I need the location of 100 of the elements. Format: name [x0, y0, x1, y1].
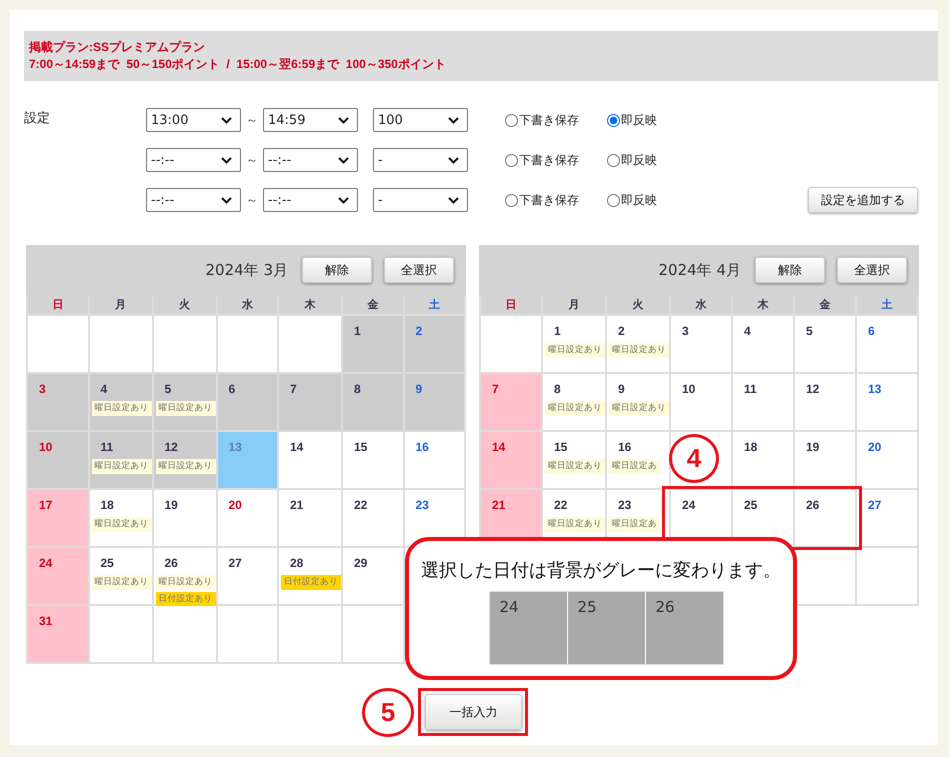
day-cell[interactable]	[279, 606, 341, 662]
day-cell[interactable]	[154, 316, 216, 372]
radio-button[interactable]	[607, 154, 620, 166]
day-cell[interactable]	[154, 606, 216, 662]
weekday-label: 金	[343, 295, 402, 314]
day-cell[interactable]: 1	[343, 316, 402, 372]
start-time-select[interactable]: 13:00	[146, 108, 241, 132]
day-cell[interactable]: 27	[218, 548, 277, 604]
setting-tag: 日付設定あり	[281, 575, 341, 590]
day-cell[interactable]: 18 曜日設定あり	[90, 490, 152, 546]
day-cell[interactable]: 20	[218, 490, 277, 546]
day-number: 14	[290, 441, 304, 454]
setting-tag: 曜日設定あり	[609, 401, 669, 416]
day-cell[interactable]: 1 曜日設定あり	[543, 316, 605, 372]
day-cell[interactable]: 4 曜日設定あり	[90, 374, 152, 430]
day-number: 2	[618, 325, 625, 338]
day-cell[interactable]: 5	[795, 316, 855, 372]
day-cell[interactable]: 7	[279, 374, 341, 430]
day-cell[interactable]: 24	[28, 548, 88, 604]
day-cell[interactable]: 7	[481, 374, 541, 430]
day-cell[interactable]: 18	[733, 432, 793, 488]
day-cell[interactable]	[28, 316, 88, 372]
bulk-input-button[interactable]: 一括入力	[425, 694, 522, 730]
day-cell[interactable]: 25 曜日設定あり	[90, 548, 152, 604]
radio-button[interactable]	[505, 194, 518, 206]
day-number: 20	[868, 441, 882, 454]
radio-button[interactable]	[505, 114, 518, 126]
day-cell[interactable]	[343, 606, 402, 662]
day-cell[interactable]: 8	[343, 374, 402, 430]
chevron-down-icon	[338, 196, 349, 204]
day-cell[interactable]: 28 日付設定あり	[279, 548, 341, 604]
day-cell[interactable]: 26	[795, 490, 855, 546]
day-cell[interactable]	[279, 316, 341, 372]
day-cell[interactable]: 20	[857, 432, 917, 488]
day-cell[interactable]: 26 曜日設定あり 日付設定あり	[154, 548, 216, 604]
day-cell[interactable]: 11	[733, 374, 793, 430]
end-time-select[interactable]: 14:59	[263, 108, 358, 132]
day-cell[interactable]: 31	[28, 606, 88, 662]
day-cell[interactable]: 4	[671, 432, 731, 488]
day-cell[interactable]: 8 曜日設定あり	[543, 374, 605, 430]
day-cell[interactable]: 17	[28, 490, 88, 546]
end-time-select[interactable]: --:--	[263, 148, 358, 172]
day-number: 29	[354, 557, 368, 570]
day-cell[interactable]: 16 曜日設定あ	[607, 432, 669, 488]
day-cell[interactable]: 21	[279, 490, 341, 546]
weekday-label: 火	[154, 295, 216, 314]
day-number: 24	[682, 499, 696, 512]
day-cell[interactable]: 6	[218, 374, 277, 430]
radio-button[interactable]	[505, 154, 518, 166]
day-cell[interactable]: 2 曜日設定あり	[607, 316, 669, 372]
day-number: 8	[554, 383, 561, 396]
day-cell[interactable]: 13	[857, 374, 917, 430]
start-time-select[interactable]: --:--	[146, 188, 241, 212]
clear-button[interactable]: 解除	[302, 257, 372, 283]
start-time-select[interactable]: --:--	[146, 148, 241, 172]
day-cell[interactable]: 9	[404, 374, 464, 430]
select-all-button[interactable]: 全選択	[384, 257, 454, 283]
points-select[interactable]: -	[373, 188, 468, 212]
radio-button[interactable]	[607, 114, 620, 126]
day-number: 1	[354, 325, 361, 338]
add-setting-button[interactable]: 設定を追加する	[808, 187, 918, 213]
day-cell[interactable]: 4	[733, 316, 793, 372]
day-cell[interactable]: 14	[481, 432, 541, 488]
day-cell[interactable]: 3	[671, 316, 731, 372]
day-cell[interactable]	[218, 606, 277, 662]
day-cell[interactable]: 10	[671, 374, 731, 430]
day-cell[interactable]	[90, 316, 152, 372]
day-cell[interactable]: 14	[279, 432, 341, 488]
day-cell[interactable]	[857, 548, 917, 604]
day-cell[interactable]	[90, 606, 152, 662]
day-cell[interactable]: 12	[795, 374, 855, 430]
points-select[interactable]: -	[373, 148, 468, 172]
radio-button[interactable]	[607, 194, 620, 206]
day-cell[interactable]: 3	[28, 374, 88, 430]
day-cell[interactable]: 5 曜日設定あり	[154, 374, 216, 430]
points-select[interactable]: 100	[373, 108, 468, 132]
day-cell[interactable]	[218, 316, 277, 372]
day-cell[interactable]: 29	[343, 548, 402, 604]
day-cell[interactable]: 2	[404, 316, 464, 372]
day-cell[interactable]: 15 曜日設定あり	[543, 432, 605, 488]
day-cell[interactable]: 6	[857, 316, 917, 372]
day-cell[interactable]: 12 曜日設定あり	[154, 432, 216, 488]
day-cell[interactable]: 27	[857, 490, 917, 546]
day-cell[interactable]: 9 曜日設定あり	[607, 374, 669, 430]
chevron-down-icon	[338, 116, 349, 124]
clear-button[interactable]: 解除	[755, 257, 825, 283]
step-marker: 4	[669, 434, 719, 483]
day-cell[interactable]: 10	[28, 432, 88, 488]
day-cell[interactable]: 19	[154, 490, 216, 546]
day-number: 4	[100, 383, 108, 396]
day-cell[interactable]: 15	[343, 432, 402, 488]
select-all-button[interactable]: 全選択	[837, 257, 907, 283]
weekday-label: 月	[90, 295, 152, 314]
day-cell[interactable]: 19	[795, 432, 855, 488]
day-cell[interactable]	[795, 548, 855, 604]
end-time-select[interactable]: --:--	[263, 188, 358, 212]
day-cell[interactable]: 22	[343, 490, 402, 546]
day-cell[interactable]: 11 曜日設定あり	[90, 432, 152, 488]
day-cell[interactable]	[481, 316, 541, 372]
day-cell[interactable]: 16	[404, 432, 464, 488]
